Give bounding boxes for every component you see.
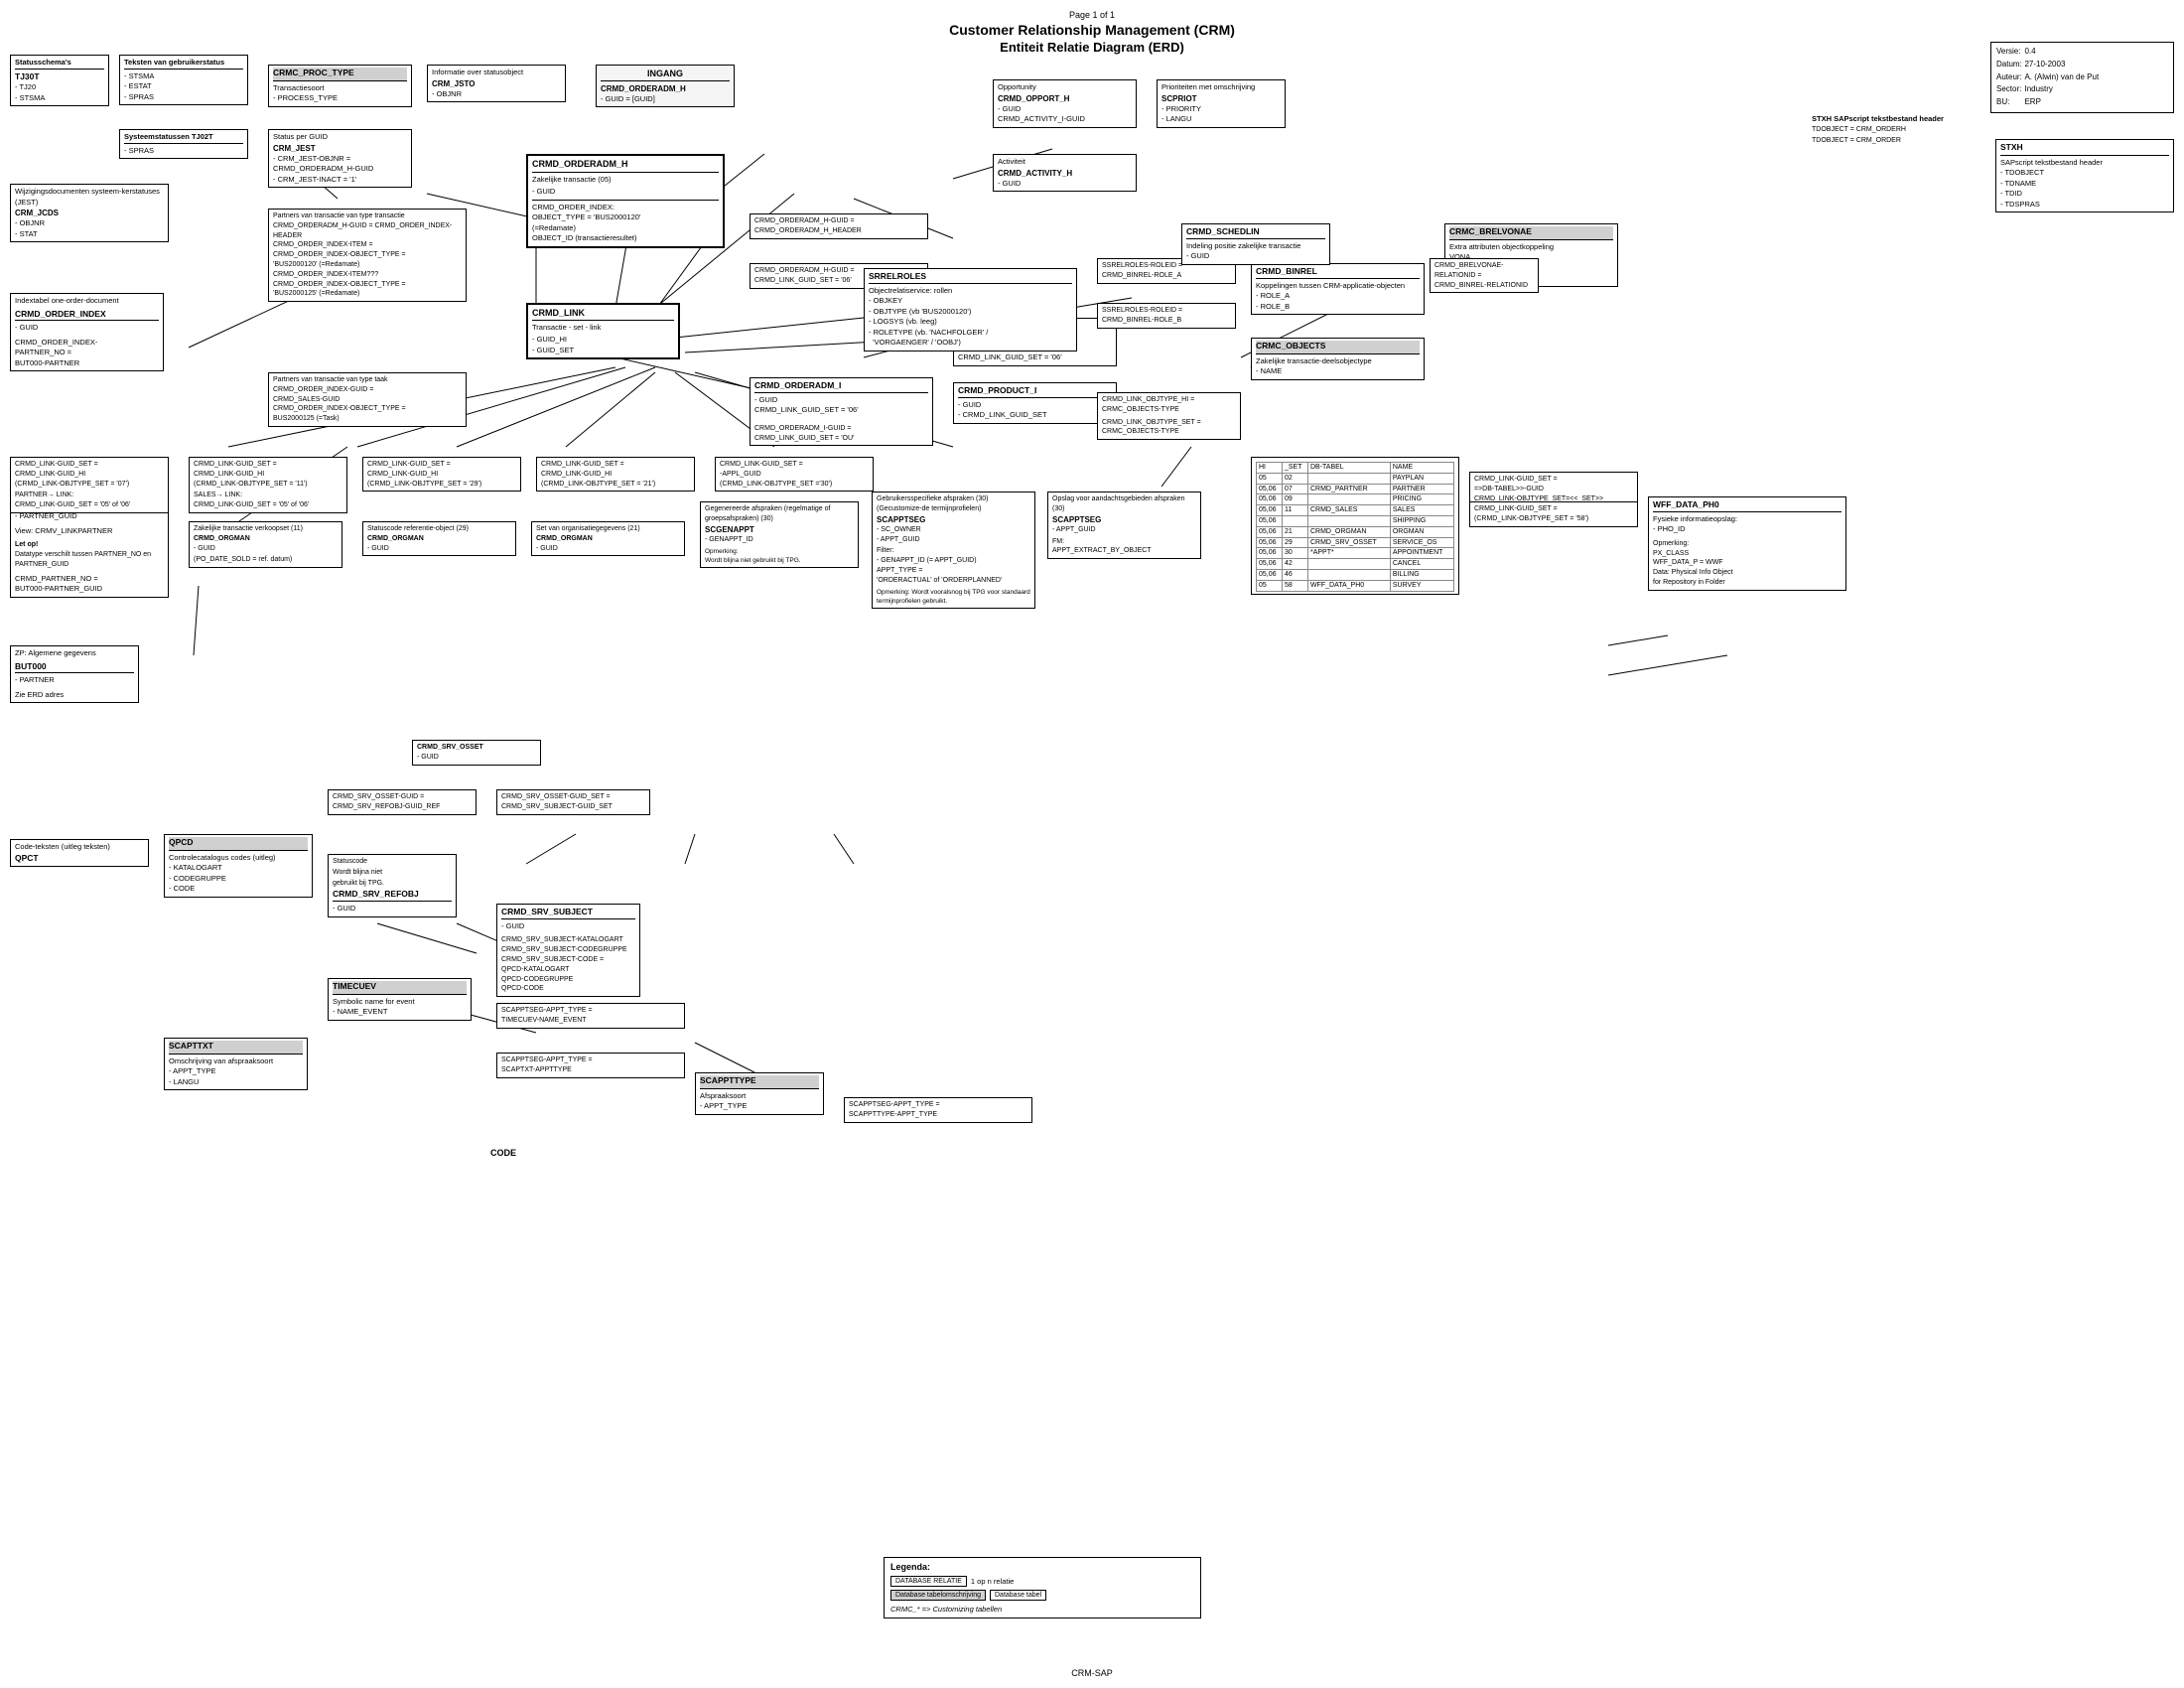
meta-info-box: Versie:0.4 Datum:27-10-2003 Auteur:A. (A… [1990,42,2174,113]
orderadm-h-guid-note: CRMD_ORDERADM_H-GUID = CRMD_ORDERADM_H_H… [750,213,928,239]
page-number: Page 1 of 1 [1069,10,1115,20]
crmc-proc-type-entity: CRMC_PROC_TYPE Transactiesoort - PROCESS… [268,65,412,107]
crmd-srv-subject-entity: CRMD_SRV_SUBJECT - GUID CRMD_SRV_SUBJECT… [496,904,640,997]
link-guid-note-29: CRMD_LINK-GUID_SET = CRMD_LINK-GUID_HI (… [362,457,521,492]
crmd-binrel-entity: CRMD_BINREL Koppelingen tussen CRM-appli… [1251,263,1425,315]
but000-entity: ZP: Algemene gegevens BUT000 - PARTNER Z… [10,645,139,703]
legend-box: Legenda: DATABASE RELATIE 1 op n relatie… [884,1557,1201,1618]
systeemstatussen-entity: Systeemstatussen TJ02T - SPRAS [119,129,248,159]
scappttype-entity: SCAPPTTYPE Afspraaksoort - APPT_TYPE [695,1072,824,1115]
wijzigingsdocumenten-note: Wijzigingsdocumenten systeem-kerstatuses… [10,184,169,242]
partners-transactie-note: Partners van transactie van type transac… [268,209,467,302]
qpcd-entity: QPCD Controlecatalogus codes (uitleg) - … [164,834,313,898]
footer: CRM-SAP [1071,1668,1113,1678]
crmd-product-i-entity: CRMD_PRODUCT_I - GUID - CRMD_LINK_GUID_S… [953,382,1117,424]
srv-refobj-note: CRMD_SRV_OSSET-GUID = CRMD_SRV_REFOBJ-GU… [328,789,477,815]
stxh-entity: STXH SAPscript tekstbestand header - TDO… [1995,139,2174,212]
sector-label: Sector: [1996,83,2024,96]
crmd-order-index-entity: Indextabel one-order-document CRMD_ORDER… [10,293,164,371]
sub-title: Entiteit Relatie Diagram (ERD) [1000,40,1184,55]
scapttxt-appttype-note: SCAPPTSEG-APPT_TYPE = SCAPTXT-APPTTYPE [496,1053,685,1078]
legend-row-db-rel: DATABASE RELATIE 1 op n relatie [890,1576,1194,1587]
page-header: Page 1 of 1 [0,4,2184,22]
crmd-schedlin-entity: CRMD_SCHEDLIN Indeling positie zakelijke… [1181,223,1330,265]
activiteit-note: Activiteit CRMD_ACTIVITY_H - GUID [993,154,1137,192]
legend-row-desc: Database tabelomschrijving Database tabe… [890,1590,1194,1601]
opportunity-note: Opportunity CRMD_OPPORT_H - GUID CRMD_AC… [993,79,1137,128]
teksten-gebruikerstatus: Teksten van gebruikerstatus - STSMA - ES… [119,55,248,105]
versie-val: 0.4 [2024,46,2099,59]
datum-val: 27-10-2003 [2024,59,2099,71]
link-guid-note-appl: CRMD_LINK-GUID_SET = -APPL_GUID (CRMD_LI… [715,457,874,492]
legend-crmc-note: CRMC_* => Customizing tabellen [890,1605,1194,1614]
legend-db-tbl-box: Database tabel [990,1590,1046,1601]
brelvonae-rel-note: CRMD_BRELVONAE-RELATIONID = CRMD_BINREL-… [1430,258,1539,293]
prioriteiten-note: Prioriteiten met omschrijving SCPRIOT - … [1157,79,1286,128]
statusschema-entity: Statusschema's TJ30T - TJ20 - STSMA [10,55,109,106]
crmd-srv-refobj-entity: Statuscode Wordt blijna niet gebruikt bi… [328,854,457,917]
timecuev-scappttype-note: SCAPPTSEG-APPT_TYPE = TIMECUEV-NAME_EVEN… [496,1003,685,1029]
link-guid-note-07: CRMD_LINK-GUID_SET = CRMD_LINK-GUID_HI (… [10,457,169,513]
gegenereerde-afspraken-note: Gegenereerde afspraken (regelmatige of g… [700,501,859,568]
opslag-aandacht-note: Opslag voor aandachtsgebieden afspraken … [1047,492,1201,559]
versie-label: Versie: [1996,46,2024,59]
legend-one-n: 1 op n relatie [971,1577,1014,1586]
srv-osset-entity: CRMD_SRV_OSSET - GUID [412,740,541,766]
code-label: CODE [490,1148,659,1158]
crmd-orderadm-h-entity: CRMD_ORDERADM_H Zakelijke transactie (05… [526,154,725,248]
legend-db-desc-box: Database tabelomschrijving [890,1590,986,1601]
crmd-link-entity: CRMD_LINK Transactie - set - link - GUID… [526,303,680,359]
info-statusobject: Informatie over statusobject CRM_JSTO - … [427,65,566,102]
datum-label: Datum: [1996,59,2024,71]
ingang-note: INGANG CRMD_ORDERADM_H - GUID = [GUID] [596,65,735,107]
auteur-label: Auteur: [1996,71,2024,84]
srrelroles-entity: SRRELROLES Objectrelatiservice: rollen -… [864,268,1077,352]
main-title: Customer Relationship Management (CRM) [949,22,1235,38]
crmc-objects-entity: CRMC_OBJECTS Zakelijke transactie-deelso… [1251,338,1425,380]
zt-verkoopset-note: Zakelijke transactie verkoopset (11) CRM… [189,521,342,568]
status-per-guid: Status per GUID CRM_JEST - CRM_JEST-OBJN… [268,129,412,188]
organisatiegeg-note: Set van organisatiegegevens (21) CRMD_OR… [531,521,685,556]
bu-label: BU: [1996,96,2024,109]
sector-val: Industry [2024,83,2099,96]
gebruikersspec-afspraken-note: Gebruikersspecifieke afspraken (30) (Gec… [872,492,1035,609]
auteur-val: A. (Alwin) van de Put [2024,71,2099,84]
crmd-orderadm-i-entity: CRMD_ORDERADM_I - GUID CRMD_LINK_GUID_SE… [750,377,933,446]
timecuev-entity: TIMECUEV Symbolic name for event - NAME_… [328,978,472,1021]
stxh-ref-label: STXH SAPscript tekstbestand header TDOBJ… [1812,114,1990,146]
ssrelroles-role-b: SSRELROLES-ROLEID = CRMD_BINREL-ROLE_B [1097,303,1236,329]
statuscode-refobj-note: Statuscode referentie-object (29) CRMD_O… [362,521,516,556]
wff-link-note2: CRMD_LINK-GUID_SET = (CRMD_LINK-OBJTYPE_… [1469,501,1638,527]
scapptseg-scappttype-note: SCAPPTSEG-APPT_TYPE = SCAPPTTYPE-APPT_TY… [844,1097,1032,1123]
srv-osset-note: CRMD_SRV_OSSET-GUID_SET = CRMD_SRV_SUBJE… [496,789,650,815]
scapttxt-entity: SCAPTTXT Omschrijving van afspraaksoort … [164,1038,308,1090]
db-tabel-ref: HI _SET DB-TABEL NAME 05 02 PAYPLAN 05,0… [1251,457,1459,595]
legend-db-rel-box: DATABASE RELATIE [890,1576,967,1587]
link-guid-note-21: CRMD_LINK-GUID_SET = CRMD_LINK-GUID_HI (… [536,457,695,492]
qpct-note: Code-teksten (uitleg teksten) QPCT [10,839,149,867]
crmd-link-objtype-note: CRMD_LINK_OBJTYPE_HI = CRMC_OBJECTS-TYPE… [1097,392,1241,440]
partners-taak-note: Partners van transactie van type taak CR… [268,372,467,427]
link-guid-note-11: CRMD_LINK-GUID_SET = CRMD_LINK-GUID_HI (… [189,457,347,513]
bu-val: ERP [2024,96,2099,109]
legend-title: Legenda: [890,1562,1194,1572]
wff-data-ph0-entity: WFF_DATA_PH0 Fysieke informatieopslag: -… [1648,496,1846,591]
